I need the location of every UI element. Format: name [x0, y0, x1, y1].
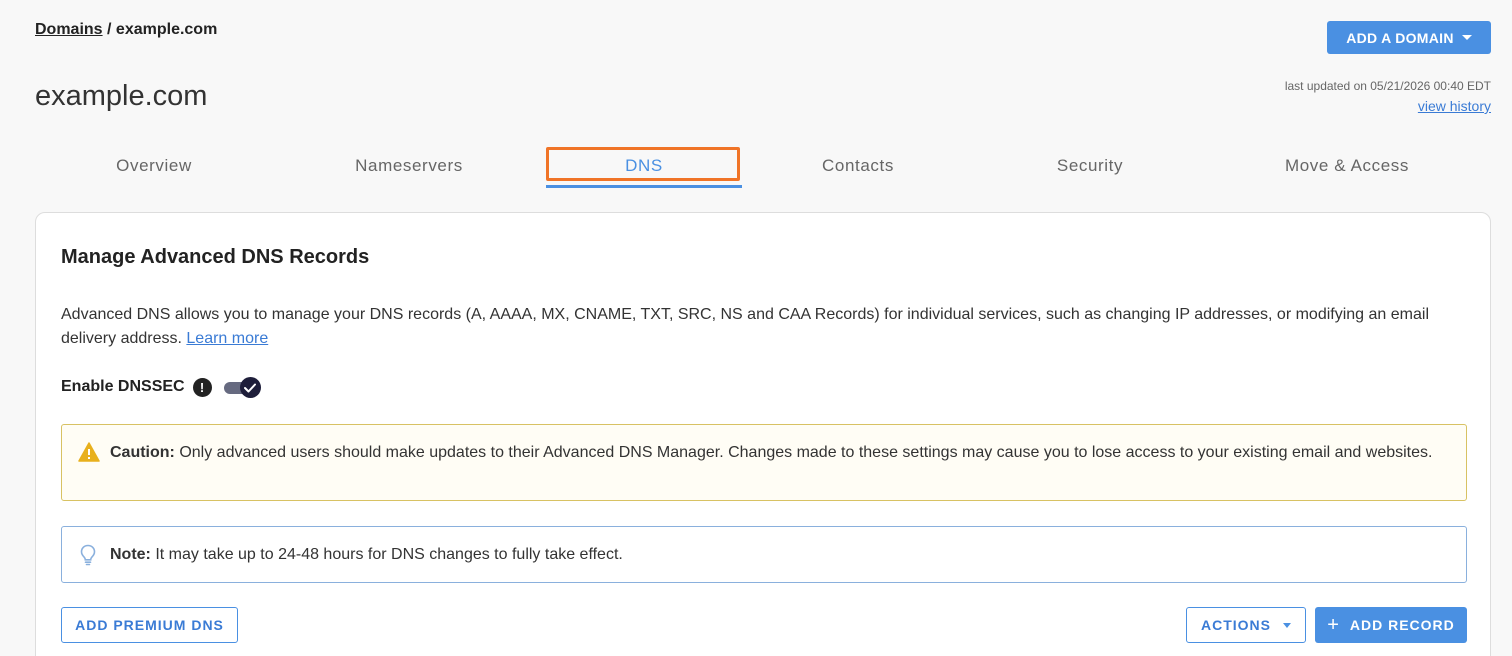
tab-label: Contacts	[822, 156, 894, 175]
note-alert: Note: It may take up to 24-48 hours for …	[61, 526, 1467, 583]
breadcrumb-separator: /	[102, 21, 116, 38]
tab-contacts[interactable]: Contacts	[747, 145, 969, 187]
breadcrumb-current: example.com	[115, 21, 218, 38]
caution-message: Only advanced users should make updates …	[174, 444, 1433, 461]
actions-dropdown-button[interactable]: ACTIONS	[1186, 607, 1306, 643]
plus-icon: +	[1327, 614, 1340, 636]
note-text: Note: It may take up to 24-48 hours for …	[110, 544, 623, 566]
learn-more-link[interactable]: Learn more	[186, 330, 268, 347]
note-message: It may take up to 24-48 hours for DNS ch…	[150, 546, 623, 563]
lightbulb-icon	[80, 544, 96, 571]
tab-nameservers[interactable]: Nameservers	[295, 145, 523, 187]
tab-label: Nameservers	[355, 156, 463, 175]
actions-label: ACTIONS	[1201, 617, 1271, 633]
tab-focus-highlight	[546, 147, 740, 181]
tab-overview[interactable]: Overview	[35, 145, 273, 187]
check-icon	[239, 377, 261, 398]
info-icon[interactable]: !	[192, 377, 212, 397]
tab-active-underline	[546, 185, 742, 188]
dns-description: Advanced DNS allows you to manage your D…	[61, 303, 1461, 351]
dnssec-label: Enable DNSSEC	[61, 378, 185, 395]
add-premium-dns-label: ADD PREMIUM DNS	[75, 617, 224, 633]
domain-tabs: Overview Nameservers DNS Contacts Securi…	[35, 145, 1491, 189]
page-title: example.com	[35, 80, 208, 112]
card-title: Manage Advanced DNS Records	[61, 246, 370, 268]
breadcrumb-domains-link[interactable]: Domains	[35, 21, 103, 38]
caution-alert: Caution: Only advanced users should make…	[61, 424, 1467, 501]
tab-label: Security	[1056, 156, 1124, 175]
tab-dns[interactable]: DNS	[546, 145, 742, 188]
add-domain-label: ADD A DOMAIN	[1346, 29, 1454, 46]
add-record-label: ADD RECORD	[1349, 617, 1455, 633]
tab-security[interactable]: Security	[979, 145, 1201, 187]
tab-label: Overview	[116, 156, 192, 175]
warning-triangle-icon	[78, 442, 100, 467]
view-history-link[interactable]: view history	[1418, 98, 1491, 114]
dnssec-row: Enable DNSSEC !	[61, 376, 262, 398]
add-domain-button[interactable]: ADD A DOMAIN	[1327, 21, 1491, 54]
add-premium-dns-button[interactable]: ADD PREMIUM DNS	[61, 607, 238, 643]
chevron-down-icon	[1283, 622, 1291, 628]
advanced-dns-card: Manage Advanced DNS Records Advanced DNS…	[35, 212, 1491, 656]
breadcrumb: Domains / example.com	[35, 21, 217, 39]
add-record-button[interactable]: + ADD RECORD	[1315, 607, 1467, 643]
caution-text: Caution: Only advanced users should make…	[110, 442, 1440, 464]
tab-move-access[interactable]: Move & Access	[1215, 145, 1479, 187]
chevron-down-icon	[1461, 35, 1472, 40]
caution-label: Caution:	[110, 444, 175, 461]
dnssec-toggle[interactable]	[223, 377, 262, 398]
tab-label: Move & Access	[1284, 156, 1409, 175]
last-updated-text: last updated on 05/21/2026 00:40 EDT	[1284, 79, 1491, 93]
note-label: Note:	[110, 546, 151, 563]
